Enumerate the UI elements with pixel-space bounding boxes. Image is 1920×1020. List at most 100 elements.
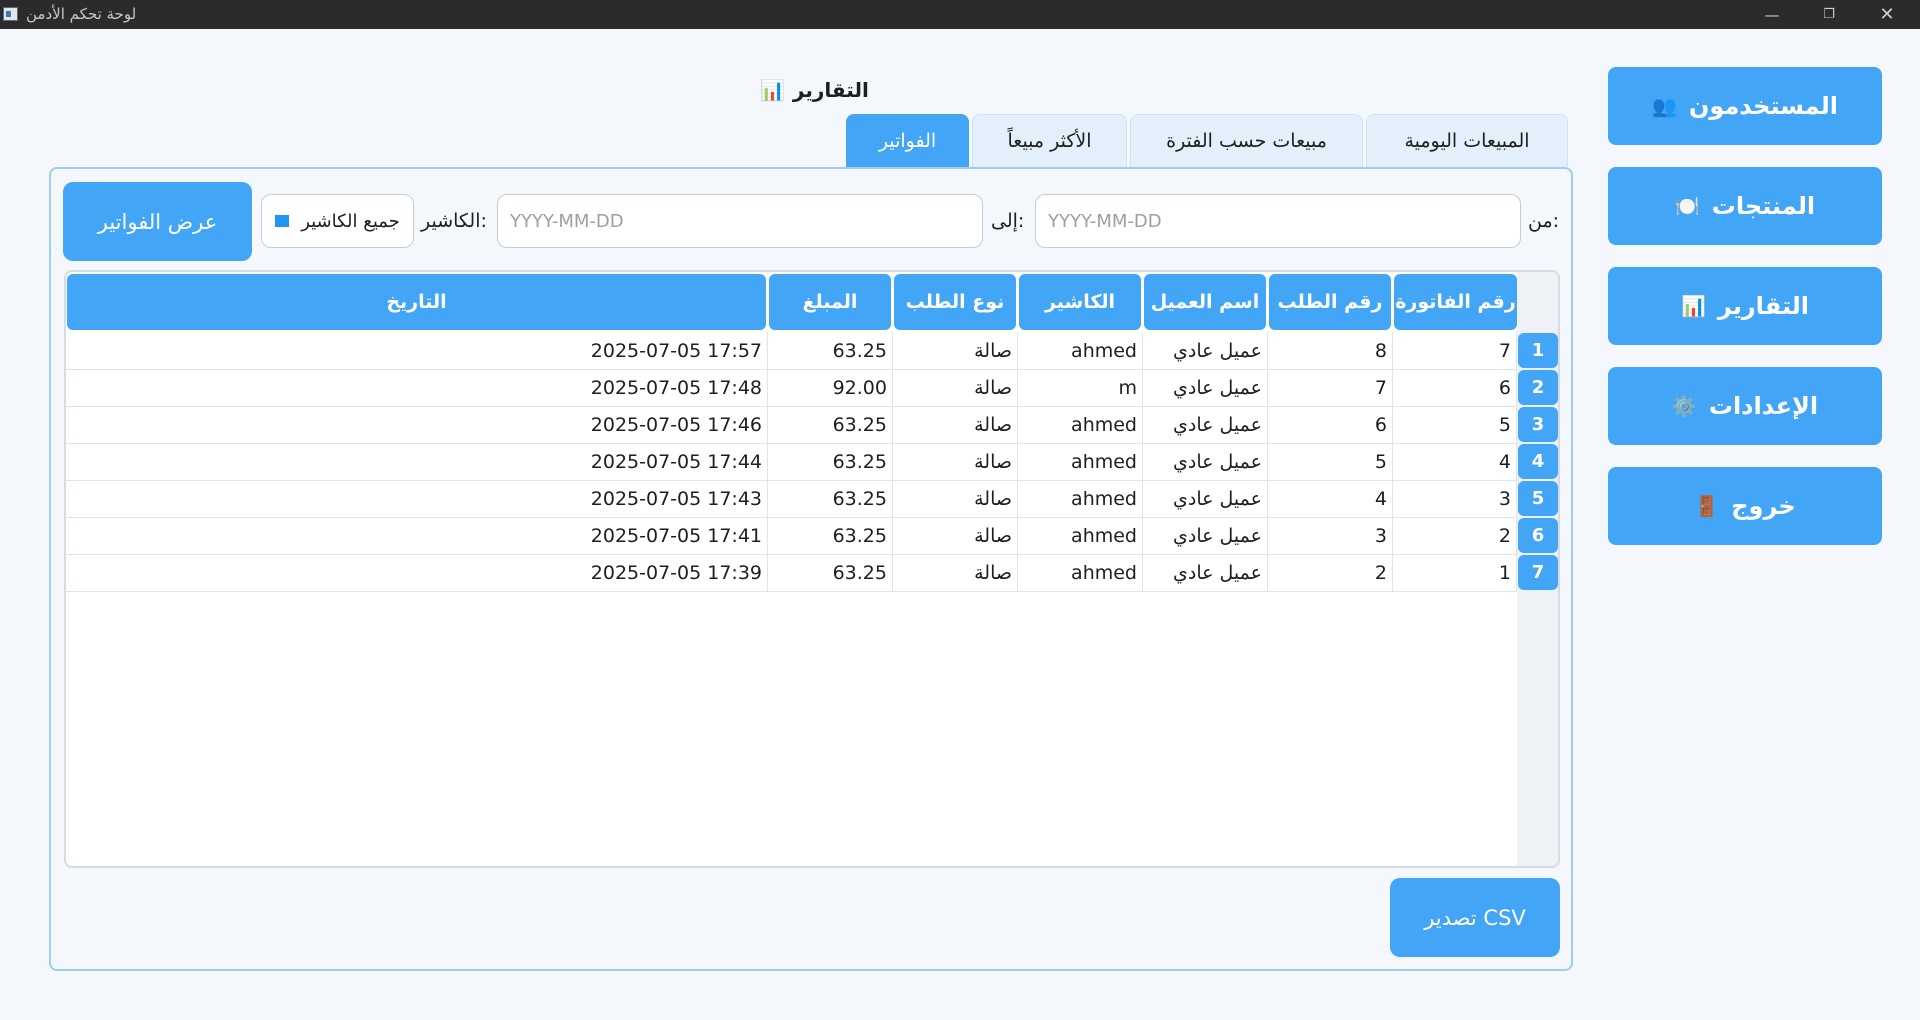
to-label: إلى: <box>991 210 1025 232</box>
users-icon: 👥 <box>1652 94 1677 118</box>
tab-sales-by-period[interactable]: مبيعات حسب الفترة <box>1130 114 1363 167</box>
table-row[interactable]: 5 6 عميل عادي ahmed صالة 63.25 2025-07-0… <box>66 406 1517 444</box>
minimize-icon[interactable]: — <box>1743 0 1801 29</box>
door-icon: 🚪 <box>1694 494 1720 518</box>
tab-best-sellers[interactable]: الأكثر مبيعاً <box>972 114 1127 167</box>
to-date-input[interactable] <box>497 194 983 248</box>
cell-date: 2025-07-05 17:46 <box>66 406 768 443</box>
cell-invoice-no: 2 <box>1393 517 1517 554</box>
cell-amount: 63.25 <box>768 332 893 369</box>
sidebar-item-label: المنتجات <box>1711 192 1816 220</box>
export-csv-button[interactable]: تصدير CSV <box>1390 878 1560 957</box>
table-row[interactable]: 3 4 عميل عادي ahmed صالة 63.25 2025-07-0… <box>66 480 1517 518</box>
show-invoices-button[interactable]: عرض الفواتير <box>63 182 252 261</box>
row-number[interactable]: 1 <box>1518 333 1558 368</box>
cell-date: 2025-07-05 17:43 <box>66 480 768 517</box>
cell-cashier: ahmed <box>1018 480 1143 517</box>
cell-order-no: 6 <box>1268 406 1393 443</box>
cell-invoice-no: 5 <box>1393 406 1517 443</box>
page-title: التقارير 📊 <box>760 78 869 102</box>
cell-invoice-no: 7 <box>1393 332 1517 369</box>
cell-amount: 92.00 <box>768 369 893 406</box>
cell-cashier: ahmed <box>1018 332 1143 369</box>
column-header-customer-name[interactable]: اسم العميل <box>1144 274 1266 330</box>
cell-cashier: m <box>1018 369 1143 406</box>
cashier-select-value: جميع الكاشير <box>301 210 400 232</box>
cell-date: 2025-07-05 17:57 <box>66 332 768 369</box>
cell-cashier: ahmed <box>1018 406 1143 443</box>
cell-date: 2025-07-05 17:44 <box>66 443 768 480</box>
row-number[interactable]: 3 <box>1518 407 1558 442</box>
column-header-order-no[interactable]: رقم الطلب <box>1269 274 1391 330</box>
from-date-input[interactable] <box>1035 194 1521 248</box>
table-row[interactable]: 2 3 عميل عادي ahmed صالة 63.25 2025-07-0… <box>66 517 1517 555</box>
cell-customer-name: عميل عادي <box>1143 443 1268 480</box>
column-header-order-type[interactable]: نوع الطلب <box>894 274 1016 330</box>
cell-invoice-no: 1 <box>1393 554 1517 591</box>
sidebar-item-label: الإعدادات <box>1708 392 1819 420</box>
cell-order-type: صالة <box>893 554 1018 591</box>
cell-order-type: صالة <box>893 480 1018 517</box>
cell-order-type: صالة <box>893 332 1018 369</box>
dropdown-icon <box>275 215 290 227</box>
cell-invoice-no: 3 <box>1393 480 1517 517</box>
row-number[interactable]: 7 <box>1518 555 1558 590</box>
cell-order-type: صالة <box>893 406 1018 443</box>
plate-icon: 🍽️ <box>1674 194 1700 218</box>
row-number[interactable]: 6 <box>1518 518 1558 553</box>
invoices-table: رقم الفاتورة رقم الطلب اسم العميل الكاشي… <box>64 270 1560 868</box>
sidebar-item-settings[interactable]: الإعدادات ⚙️ <box>1608 367 1882 445</box>
title-bar: لوحة تحكم الأدمن — ❐ ✕ <box>0 0 1920 29</box>
row-number[interactable]: 5 <box>1518 481 1558 516</box>
tab-daily-sales[interactable]: المبيعات اليومية <box>1366 114 1568 167</box>
sidebar-item-users[interactable]: المستخدمون 👥 <box>1608 67 1882 145</box>
row-number[interactable]: 4 <box>1518 444 1558 479</box>
cell-date: 2025-07-05 17:48 <box>66 369 768 406</box>
cell-order-no: 7 <box>1268 369 1393 406</box>
sidebar-item-reports[interactable]: التقارير 📊 <box>1608 267 1882 345</box>
sidebar-item-label: خروج <box>1731 492 1796 520</box>
page-title-label: التقارير <box>792 78 869 102</box>
cell-order-type: صالة <box>893 369 1018 406</box>
gear-icon: ⚙️ <box>1671 394 1697 418</box>
cell-date: 2025-07-05 17:41 <box>66 517 768 554</box>
cashier-select[interactable]: جميع الكاشير <box>261 194 414 248</box>
app-icon <box>3 7 18 21</box>
cell-amount: 63.25 <box>768 443 893 480</box>
close-icon[interactable]: ✕ <box>1858 0 1916 29</box>
table-row[interactable]: 1 2 عميل عادي ahmed صالة 63.25 2025-07-0… <box>66 554 1517 592</box>
table-row[interactable]: 6 7 عميل عادي m صالة 92.00 2025-07-05 17… <box>66 369 1517 407</box>
cell-customer-name: عميل عادي <box>1143 517 1268 554</box>
row-number[interactable]: 2 <box>1518 370 1558 405</box>
sidebar-item-products[interactable]: المنتجات 🍽️ <box>1608 167 1882 245</box>
column-header-invoice-no[interactable]: رقم الفاتورة <box>1394 274 1517 330</box>
cell-order-no: 4 <box>1268 480 1393 517</box>
table-row[interactable]: 7 8 عميل عادي ahmed صالة 63.25 2025-07-0… <box>66 332 1517 370</box>
sidebar-item-label: المستخدمون <box>1688 92 1839 120</box>
cell-amount: 63.25 <box>768 554 893 591</box>
cell-invoice-no: 6 <box>1393 369 1517 406</box>
cell-amount: 63.25 <box>768 406 893 443</box>
bar-chart-icon: 📊 <box>760 78 785 102</box>
from-label: من: <box>1528 210 1560 232</box>
cell-amount: 63.25 <box>768 480 893 517</box>
cell-invoice-no: 4 <box>1393 443 1517 480</box>
column-header-date[interactable]: التاريخ <box>67 274 766 330</box>
table-row[interactable]: 4 5 عميل عادي ahmed صالة 63.25 2025-07-0… <box>66 443 1517 481</box>
cell-customer-name: عميل عادي <box>1143 369 1268 406</box>
restore-icon[interactable]: ❐ <box>1800 0 1858 29</box>
cell-order-no: 5 <box>1268 443 1393 480</box>
cell-order-no: 2 <box>1268 554 1393 591</box>
cell-order-type: صالة <box>893 443 1018 480</box>
cell-cashier: ahmed <box>1018 443 1143 480</box>
cell-customer-name: عميل عادي <box>1143 554 1268 591</box>
column-header-cashier[interactable]: الكاشير <box>1019 274 1141 330</box>
cell-amount: 63.25 <box>768 517 893 554</box>
sidebar-item-label: التقارير <box>1717 292 1809 320</box>
cell-customer-name: عميل عادي <box>1143 406 1268 443</box>
cell-order-type: صالة <box>893 517 1018 554</box>
column-header-amount[interactable]: المبلغ <box>769 274 891 330</box>
tab-invoices[interactable]: الفواتير <box>846 114 969 167</box>
sidebar-item-logout[interactable]: خروج 🚪 <box>1608 467 1882 545</box>
cell-order-no: 3 <box>1268 517 1393 554</box>
